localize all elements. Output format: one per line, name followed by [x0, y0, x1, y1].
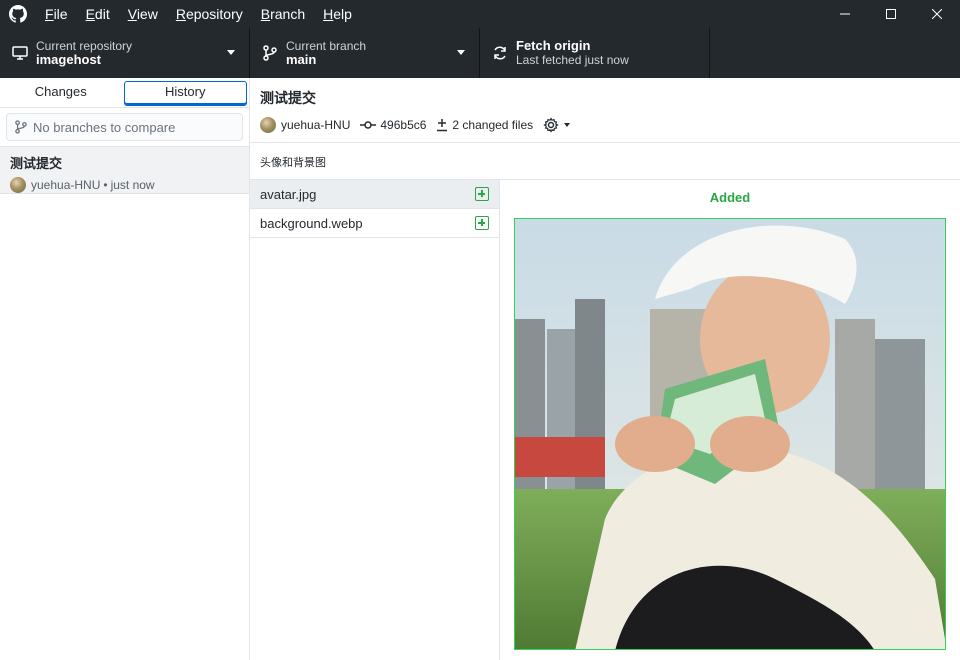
chevron-down-icon: [457, 50, 465, 55]
fetch-origin-button[interactable]: Fetch origin Last fetched just now: [480, 28, 710, 78]
commit-title: 测试提交: [260, 90, 316, 106]
minimize-button[interactable]: [822, 0, 868, 28]
avatar: [260, 117, 276, 133]
chevron-down-icon: [227, 50, 235, 55]
github-logo-icon: [0, 0, 36, 28]
changed-files-count: 2 changed files: [452, 118, 534, 132]
file-added-icon: [475, 216, 489, 230]
branch-label: Current branch: [286, 39, 367, 53]
compare-placeholder: No branches to compare: [33, 119, 176, 135]
commit-author: yuehua-HNU: [31, 178, 101, 192]
gear-icon: [543, 117, 559, 133]
fetch-title: Fetch origin: [516, 38, 591, 53]
minimize-icon: [840, 13, 850, 15]
diff-status-label: Added: [709, 190, 751, 205]
menu-edit[interactable]: Edit: [77, 0, 119, 28]
close-button[interactable]: [914, 0, 960, 28]
sidebar-tabs: Changes History: [0, 78, 249, 108]
file-name: background.webp: [260, 215, 363, 231]
window-controls: [822, 0, 960, 28]
image-diff-panel: Added: [500, 180, 960, 660]
commit-list-item[interactable]: 测试提交 yuehua-HNU • just now: [0, 146, 249, 194]
commit-summary: 测试提交: [10, 156, 63, 171]
repository-label: Current repository: [36, 39, 133, 53]
file-row[interactable]: background.webp: [250, 209, 499, 238]
commit-icon: [360, 121, 377, 129]
file-added-icon: [475, 187, 489, 201]
avatar: [10, 177, 26, 193]
maximize-button[interactable]: [868, 0, 914, 28]
changed-files-list: avatar.jpg background.webp: [250, 180, 500, 660]
fetch-status: Last fetched just now: [516, 53, 629, 67]
diff-icon: [437, 119, 448, 132]
meta-separator: •: [103, 178, 108, 192]
tab-history[interactable]: History: [123, 81, 247, 106]
close-icon: [932, 9, 942, 19]
commit-author: yuehua-HNU: [281, 118, 351, 132]
menu-file[interactable]: File: [36, 0, 77, 28]
toolbar: Current repository imagehost Current bra…: [0, 28, 960, 78]
menu-help[interactable]: Help: [314, 0, 361, 28]
current-branch-button[interactable]: Current branch main: [250, 28, 480, 78]
commit-header: 测试提交 yuehua-HNU 496b5c6 2 changed files: [250, 78, 960, 143]
branch-compare-input[interactable]: No branches to compare: [6, 113, 243, 141]
file-name: avatar.jpg: [260, 186, 317, 202]
menu-bar: File Edit View Repository Branch Help: [36, 0, 361, 28]
file-row[interactable]: avatar.jpg: [250, 180, 499, 209]
sync-icon: [490, 43, 510, 63]
maximize-icon: [886, 9, 896, 19]
tab-changes[interactable]: Changes: [0, 78, 122, 107]
branch-icon: [260, 43, 280, 63]
settings-dropdown[interactable]: [543, 117, 571, 133]
branch-name: main: [286, 52, 317, 67]
menu-repository[interactable]: Repository: [167, 0, 252, 28]
menu-branch[interactable]: Branch: [252, 0, 314, 28]
sidebar: Changes History No branches to compare 测…: [0, 78, 250, 660]
commit-sha[interactable]: 496b5c6: [380, 118, 426, 132]
branch-icon: [15, 120, 27, 134]
desktop-icon: [10, 43, 30, 63]
repository-name: imagehost: [36, 52, 102, 67]
commit-time: just now: [110, 178, 155, 192]
menu-view[interactable]: View: [119, 0, 167, 28]
commit-description: 头像和背景图: [250, 143, 960, 180]
chevron-down-icon: [564, 123, 571, 127]
image-preview: [514, 218, 946, 650]
main-panel: 测试提交 yuehua-HNU 496b5c6 2 changed files …: [250, 78, 960, 660]
current-repository-button[interactable]: Current repository imagehost: [0, 28, 250, 78]
title-bar: File Edit View Repository Branch Help: [0, 0, 960, 28]
